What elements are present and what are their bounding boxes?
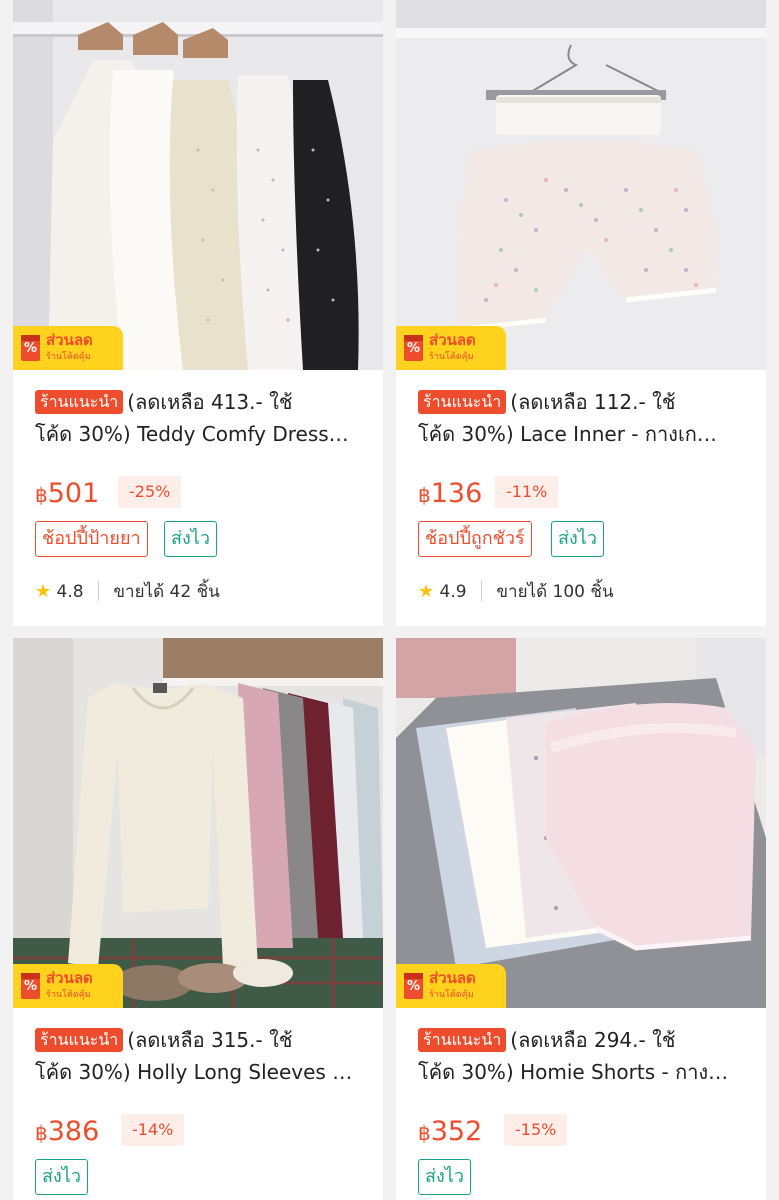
product-title[interactable]: ร้านแนะนำ (ลดเหลือ 413.- ใช้ โค้ด 30%) Te… [35, 386, 365, 450]
recommended-shop-tag: ร้านแนะนำ [418, 1028, 507, 1052]
divider [481, 581, 482, 601]
fast-delivery-badge: ส่งไว [164, 521, 217, 557]
product-price: ฿501 [35, 474, 99, 515]
product-title-line1: (ลดเหลือ 112.- ใช้ [510, 390, 676, 414]
promo-badge-title: ส่วนลด [429, 331, 476, 349]
product-price: ฿136 [418, 474, 482, 515]
price-value: 136 [430, 478, 483, 509]
fast-delivery-badge: ส่งไว [551, 521, 604, 557]
currency-symbol: ฿ [418, 1121, 431, 1145]
product-image[interactable]: % ส่วนลด ร้านโค้ดคุ้ม [13, 638, 383, 1008]
product-title-line2: โค้ด 30%) Holly Long Sleeves … [35, 1060, 353, 1084]
product-title-line1: (ลดเหลือ 294.- ใช้ [510, 1028, 676, 1052]
promo-badge: % ส่วนลด ร้านโค้ดคุ้ม [13, 964, 123, 1008]
sold-count: ขายได้ 100 ชิ้น [496, 582, 614, 602]
discount-badge: -11% [495, 476, 559, 508]
divider [98, 581, 99, 601]
price-value: 386 [47, 1116, 100, 1147]
promo-badge-subtitle: ร้านโค้ดคุ้ม [46, 990, 91, 1000]
star-icon: ★ [35, 581, 52, 602]
rating-row: ★ 4.8 ขายได้ 42 ชิ้น [35, 578, 220, 606]
product-title[interactable]: ร้านแนะนำ (ลดเหลือ 315.- ใช้ โค้ด 30%) Ho… [35, 1024, 365, 1088]
recommended-shop-tag: ร้านแนะนำ [418, 390, 507, 414]
currency-symbol: ฿ [35, 1121, 48, 1145]
promo-badge: % ส่วนลด ร้านโค้ดคุ้ม [396, 964, 506, 1008]
product-image[interactable]: % ส่วนลด ร้านโค้ดคุ้ม [396, 0, 766, 370]
percent-tag-icon: % [21, 335, 40, 361]
product-title[interactable]: ร้านแนะนำ (ลดเหลือ 112.- ใช้ โค้ด 30%) La… [418, 386, 748, 450]
product-photo-long-sleeves [13, 638, 383, 1008]
product-title-line2: โค้ด 30%) Lace Inner - กางเก… [418, 422, 717, 446]
product-title-line1: (ลดเหลือ 413.- ใช้ [127, 390, 293, 414]
product-photo-dresses [13, 0, 383, 370]
promo-badge-subtitle: ร้านโค้ดคุ้ม [46, 352, 91, 362]
promo-badge-title: ส่วนลด [46, 969, 93, 987]
recommended-shop-tag: ร้านแนะนำ [35, 1028, 124, 1052]
currency-symbol: ฿ [35, 483, 48, 507]
currency-symbol: ฿ [418, 483, 431, 507]
fast-delivery-badge: ส่งไว [35, 1159, 88, 1195]
promo-badge: % ส่วนลด ร้านโค้ดคุ้ม [396, 326, 506, 370]
price-value: 501 [47, 478, 100, 509]
product-image[interactable]: % ส่วนลด ร้านโค้ดคุ้ม [13, 0, 383, 370]
product-card[interactable]: % ส่วนลด ร้านโค้ดคุ้ม ร้านแนะนำ (ลดเหลือ … [13, 0, 383, 626]
product-title[interactable]: ร้านแนะนำ (ลดเหลือ 294.- ใช้ โค้ด 30%) Ho… [418, 1024, 748, 1088]
promo-badge-title: ส่วนลด [429, 969, 476, 987]
promo-badge-title: ส่วนลด [46, 331, 93, 349]
price-value: 352 [430, 1116, 483, 1147]
percent-tag-icon: % [404, 335, 423, 361]
promo-badge: % ส่วนลด ร้านโค้ดคุ้ม [13, 326, 123, 370]
discount-badge: -14% [121, 1114, 185, 1146]
fast-delivery-badge: ส่งไว [418, 1159, 471, 1195]
sold-count: ขายได้ 42 ชิ้น [113, 582, 220, 602]
product-price: ฿386 [35, 1112, 99, 1153]
discount-badge: -15% [504, 1114, 568, 1146]
percent-tag-icon: % [404, 973, 423, 999]
product-card[interactable]: % ส่วนลด ร้านโค้ดคุ้ม ร้านแนะนำ (ลดเหลือ … [13, 638, 383, 1200]
product-photo-lace-shorts [396, 0, 766, 370]
product-photo-shorts-stack [396, 638, 766, 1008]
product-image[interactable]: % ส่วนลด ร้านโค้ดคุ้ม [396, 638, 766, 1008]
product-price: ฿352 [418, 1112, 482, 1153]
shopee-promo-badge: ช้อปปี้ถูกชัวร์ [418, 521, 532, 557]
product-grid: % ส่วนลด ร้านโค้ดคุ้ม ร้านแนะนำ (ลดเหลือ … [0, 0, 779, 1200]
percent-tag-icon: % [21, 973, 40, 999]
discount-badge: -25% [118, 476, 182, 508]
star-icon: ★ [418, 581, 435, 602]
product-title-line2: โค้ด 30%) Homie Shorts - กาง… [418, 1060, 729, 1084]
product-title-line2: โค้ด 30%) Teddy Comfy Dress… [35, 422, 349, 446]
promo-badge-subtitle: ร้านโค้ดคุ้ม [429, 352, 474, 362]
product-title-line1: (ลดเหลือ 315.- ใช้ [127, 1028, 293, 1052]
rating-row: ★ 4.9 ขายได้ 100 ชิ้น [418, 578, 614, 606]
promo-badge-subtitle: ร้านโค้ดคุ้ม [429, 990, 474, 1000]
shopee-promo-badge: ช้อปปี้ป้ายยา [35, 521, 148, 557]
recommended-shop-tag: ร้านแนะนำ [35, 390, 124, 414]
rating-value: 4.8 [56, 582, 84, 602]
rating-value: 4.9 [439, 582, 467, 602]
product-card[interactable]: % ส่วนลด ร้านโค้ดคุ้ม ร้านแนะนำ (ลดเหลือ … [396, 0, 766, 626]
product-card[interactable]: % ส่วนลด ร้านโค้ดคุ้ม ร้านแนะนำ (ลดเหลือ … [396, 638, 766, 1200]
